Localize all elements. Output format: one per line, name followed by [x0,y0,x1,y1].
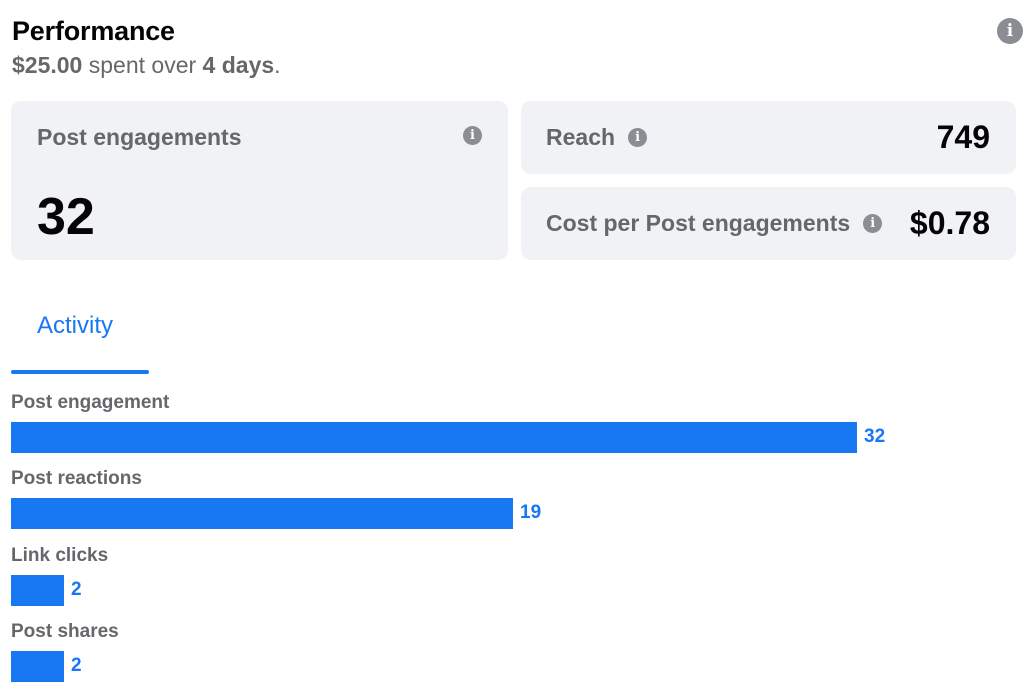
spend-summary: $25.00 spent over 4 days. [12,52,281,79]
post-engagements-value: 32 [37,188,95,246]
activity-value-post-shares: 2 [71,655,82,676]
post-engagements-info-icon[interactable]: i [463,126,482,145]
activity-row-post-reactions: Post reactions 19 [11,468,1011,532]
activity-row-post-shares: Post shares 2 [11,621,1011,685]
tab-active-indicator [11,370,149,374]
spent-amount: $25.00 [12,52,83,78]
cost-per-engagement-label-group: Cost per Post engagements i [546,187,883,260]
reach-value: 749 [936,119,990,155]
performance-info-icon[interactable]: i [997,18,1023,44]
summary-period: . [274,52,281,78]
activity-value-post-engagement: 32 [864,426,886,447]
reach-label: Reach [546,124,616,150]
spend-duration: 4 days [202,52,275,78]
post-engagements-label: Post engagements [37,124,242,150]
reach-label-group: Reach i [546,101,648,174]
activity-bar-post-shares [11,651,64,682]
activity-row-link-clicks: Link clicks 2 [11,545,1011,609]
cost-per-engagement-label: Cost per Post engagements [546,210,851,236]
tab-activity[interactable]: Activity [11,300,149,374]
cost-per-engagement-value: $0.78 [909,205,990,241]
spent-text: spent over [82,52,203,78]
activity-row-post-engagement: Post engagement 32 [11,392,1011,456]
reach-card: Reach i 749 [521,101,1016,174]
activity-value-post-reactions: 19 [520,502,542,523]
post-engagements-card: Post engagements i 32 [11,101,508,260]
tab-activity-label: Activity [37,312,114,339]
activity-label-link-clicks: Link clicks [11,545,109,566]
cost-per-engagement-info-icon[interactable]: i [863,214,883,233]
activity-label-post-engagement: Post engagement [11,392,170,413]
activity-label-post-shares: Post shares [11,621,119,642]
activity-label-post-reactions: Post reactions [11,468,142,489]
activity-bar-link-clicks [11,575,64,606]
activity-value-link-clicks: 2 [71,579,82,600]
cost-per-engagement-card: Cost per Post engagements i $0.78 [521,187,1016,260]
activity-bar-post-engagement [11,422,857,453]
activity-bar-post-reactions [11,498,513,529]
activity-bar-chart: Post engagement 32 Post reactions 19 Link cl… [11,392,1011,692]
performance-header: Performance $25.00 spent over 4 days. i [12,14,1023,84]
reach-info-icon[interactable]: i [628,128,648,147]
page-title: Performance [12,16,175,46]
